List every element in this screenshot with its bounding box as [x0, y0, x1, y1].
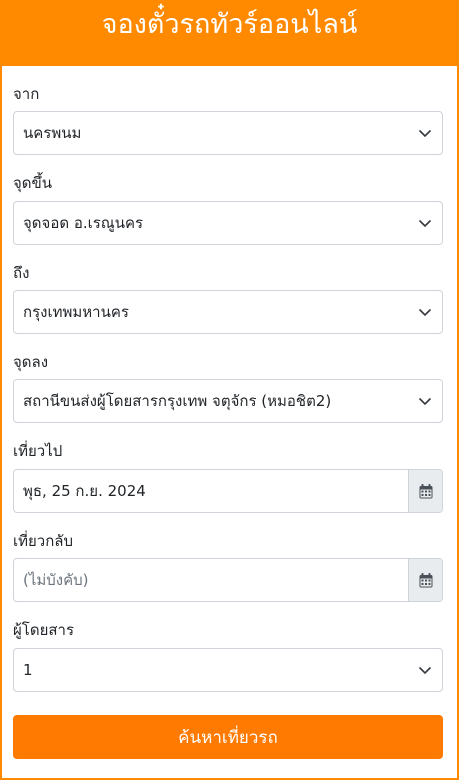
depart-date-group: พุธ, 25 ก.ย. 2024 [13, 469, 443, 513]
dropoff-value: สถานีขนส่งผู้โดยสารกรุงเทพ จตุจักร (หมอช… [23, 392, 332, 410]
pickup-value: จุดจอด อ.เรณูนคร [23, 214, 144, 232]
return-calendar-button[interactable] [408, 559, 442, 601]
pickup-select[interactable]: จุดจอด อ.เรณูนคร [13, 201, 443, 245]
from-label: จาก [13, 85, 40, 103]
to-label: ถึง [13, 264, 30, 282]
depart-calendar-button[interactable] [408, 470, 442, 512]
page-title: จองตั๋วรถทัวร์ออนไลน์ [101, 8, 358, 40]
to-value: กรุงเทพมหานคร [23, 303, 129, 321]
depart-date-input[interactable]: พุธ, 25 ก.ย. 2024 [14, 470, 408, 512]
return-date-input[interactable]: (ไม่บังคับ) [14, 559, 408, 601]
page-header: จองตั๋วรถทัวร์ออนไลน์ [0, 0, 459, 66]
passengers-label: ผู้โดยสาร [13, 621, 75, 639]
chevron-down-icon [418, 397, 432, 406]
to-select[interactable]: กรุงเทพมหานคร [13, 290, 443, 334]
pickup-label: จุดขึ้น [13, 174, 53, 192]
from-select[interactable]: นครพนม [13, 111, 443, 155]
depart-label: เที่ยวไป [13, 442, 63, 460]
return-date-group: (ไม่บังคับ) [13, 558, 443, 602]
dropoff-select[interactable]: สถานีขนส่งผู้โดยสารกรุงเทพ จตุจักร (หมอช… [13, 379, 443, 423]
chevron-down-icon [418, 308, 432, 317]
calendar-icon [419, 483, 432, 498]
passengers-select[interactable]: 1 [13, 648, 443, 692]
search-trips-button[interactable]: ค้นหาเที่ยวรถ [13, 715, 443, 759]
calendar-icon [419, 572, 432, 587]
passengers-value: 1 [23, 661, 33, 679]
chevron-down-icon [418, 129, 432, 138]
chevron-down-icon [418, 666, 432, 675]
dropoff-label: จุดลง [13, 353, 49, 371]
booking-form: จาก นครพนม จุดขึ้น จุดจอด อ.เรณูนคร ถึง … [2, 66, 457, 778]
return-label: เที่ยวกลับ [13, 532, 74, 550]
from-value: นครพนม [23, 124, 82, 142]
chevron-down-icon [418, 219, 432, 228]
